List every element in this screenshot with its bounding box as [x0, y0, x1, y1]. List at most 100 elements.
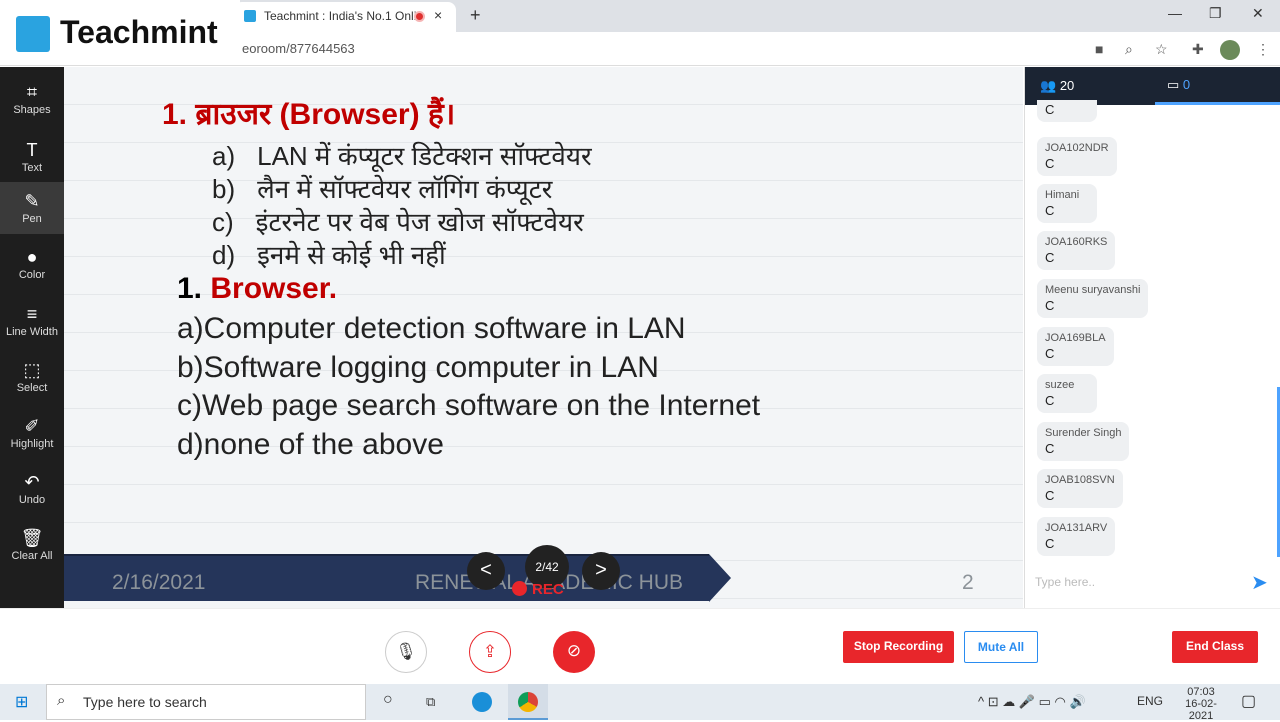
clock[interactable]: 07:03 16-02-2021: [1175, 686, 1227, 722]
chat-message: JOA160RKS C: [1037, 231, 1116, 270]
tool-clear-all[interactable]: 🗑 Clear All: [0, 519, 64, 571]
star-icon[interactable]: ☆: [1155, 41, 1168, 58]
english-option: c)Web page search software on the Intern…: [177, 389, 761, 422]
messages-count: 0: [1182, 77, 1191, 92]
restore-icon[interactable]: ❐: [1209, 5, 1222, 22]
browser-tab[interactable]: Teachmint : India's No.1 Onli ×: [234, 2, 456, 32]
microphone-button[interactable]: 🎙: [385, 631, 427, 673]
close-window-icon[interactable]: ✕: [1252, 5, 1264, 22]
sender-name: JOAB108SVN: [1045, 474, 1115, 486]
search-placeholder: Type here to search: [83, 694, 207, 710]
hindi-option: d) इनमे से कोई भी नहीं: [212, 236, 446, 272]
new-tab-button[interactable]: +: [470, 5, 481, 26]
windows-taskbar: ⊞ ⌕ Type here to search ○ ⧉ ^ ⊡ ☁ 🎤 ▭ ◠ 🔊…: [0, 684, 1280, 722]
screen-share-icon: ⇪: [482, 642, 498, 661]
question-number: 1.: [177, 272, 211, 305]
sender-name: suzee: [1045, 379, 1075, 391]
chat-panel: 👥 20 ▭ 0 C JOA102NDR C Himani C JOA160RKS C Mee…: [1024, 67, 1280, 608]
tool-select[interactable]: ⬚ Select: [0, 351, 64, 403]
end-class-button[interactable]: End Class: [1172, 631, 1258, 663]
whiteboard-toolbar: ⌗ Shapes T Text ✎ Pen ● Color ≡ Line Width ⬚ Select…: [0, 67, 64, 608]
camera-off-button[interactable]: ⊘: [553, 631, 595, 673]
chat-message: JOA169BLA C: [1037, 327, 1114, 366]
line-width-icon: ≡: [26, 304, 38, 324]
chat-input[interactable]: Type here..: [1035, 575, 1095, 589]
extensions-icon[interactable]: ✚: [1192, 41, 1204, 58]
tray-icons[interactable]: ^ ⊡ ☁ 🎤 ▭ ◠ 🔊: [978, 694, 1086, 710]
hindi-option: b) लैन में सॉफ्टवेयर लॉगिंग कंप्यूटर: [212, 170, 552, 206]
tool-text[interactable]: T Text: [0, 131, 64, 183]
chrome-icon: [518, 692, 538, 712]
clear-all-icon: 🗑: [20, 528, 44, 548]
text-icon: T: [26, 140, 38, 160]
tool-pen[interactable]: ✎ Pen: [0, 182, 64, 234]
close-tab-button[interactable]: ×: [434, 7, 442, 23]
message-text: C: [1045, 156, 1055, 171]
profile-avatar[interactable]: [1220, 40, 1240, 60]
microphone-icon: 🎙: [395, 642, 417, 661]
option-letter: a): [212, 141, 236, 171]
mute-all-button[interactable]: Mute All: [964, 631, 1038, 663]
select-icon: ⬚: [23, 360, 41, 380]
edge-icon[interactable]: [472, 692, 492, 712]
tool-shapes[interactable]: ⌗ Shapes: [0, 73, 64, 125]
search-icon: ⌕: [57, 692, 66, 709]
sender-name: JOA169BLA: [1045, 332, 1106, 344]
send-icon[interactable]: ➤: [1251, 570, 1268, 595]
cortana-icon[interactable]: ○: [383, 691, 393, 709]
tool-color[interactable]: ● Color: [0, 238, 64, 290]
rec-label: REC: [532, 581, 564, 598]
undo-icon: ↶: [24, 472, 40, 492]
english-option: d)none of the above: [177, 427, 444, 461]
taskbar-search[interactable]: ⌕ Type here to search: [46, 684, 366, 720]
tool-label: Shapes: [13, 104, 51, 116]
message-text: C: [1045, 298, 1055, 313]
option-text: इंटरनेट पर वेब पेज खोज सॉफ्टवेयर: [255, 207, 584, 237]
chat-message: JOAB108SVN C: [1037, 469, 1123, 508]
language-indicator[interactable]: ENG: [1137, 694, 1163, 708]
date: 16-02-2021: [1185, 698, 1217, 722]
zoom-icon[interactable]: ⌕: [1125, 41, 1133, 58]
option-letter: b): [212, 174, 236, 204]
tool-label: Clear All: [11, 550, 53, 562]
logo-text: Teachmint: [60, 14, 218, 50]
color-icon: ●: [26, 247, 38, 267]
minimize-icon[interactable]: —: [1168, 5, 1182, 21]
message-text: C: [1045, 393, 1055, 408]
participants-tab[interactable]: 👥 20: [1040, 78, 1074, 94]
chat-message: C: [1037, 100, 1097, 122]
message-text: C: [1045, 488, 1055, 503]
sender-name: Himani: [1045, 189, 1080, 201]
active-tab-indicator: [1155, 102, 1280, 105]
hindi-option: a) LAN में कंप्यूटर डिटेक्शन सॉफ्टवेयर: [212, 137, 592, 173]
option-letter: d): [212, 240, 236, 270]
screen-share-button[interactable]: ⇪: [469, 631, 511, 673]
menu-icon[interactable]: ⋮: [1256, 41, 1270, 58]
tool-undo[interactable]: ↶ Undo: [0, 463, 64, 515]
task-view-icon[interactable]: ⧉: [426, 694, 435, 710]
sender-name: Meenu suryavanshi: [1045, 284, 1141, 296]
prev-slide-button[interactable]: <: [467, 552, 505, 590]
stop-recording-button[interactable]: Stop Recording: [843, 631, 954, 663]
camera-icon[interactable]: ■: [1095, 41, 1103, 57]
footer-date: 2/16/2021: [112, 571, 206, 594]
chat-message: Surender Singh C: [1037, 422, 1130, 461]
tool-label: Undo: [18, 494, 46, 506]
messages-tab[interactable]: ▭ 0: [1167, 77, 1190, 93]
message-text: C: [1045, 250, 1055, 265]
tool-highlight[interactable]: ✐ Highlight: [0, 407, 64, 459]
rec-dot-icon: [512, 581, 527, 596]
message-text: C: [1045, 536, 1055, 551]
question-text: Browser.: [210, 272, 338, 305]
option-text: लैन में सॉफ्टवेयर लॉगिंग कंप्यूटर: [257, 174, 553, 204]
windows-start-icon[interactable]: ⊞: [15, 692, 28, 712]
chrome-taskbar-button[interactable]: [508, 684, 548, 720]
participants-count: 20: [1059, 78, 1075, 93]
tool-line-width[interactable]: ≡ Line Width: [0, 295, 64, 347]
next-slide-button[interactable]: >: [582, 552, 620, 590]
url-text[interactable]: eoroom/877644563: [242, 41, 355, 56]
english-option: b)Software logging computer in LAN: [177, 350, 659, 384]
banner-arrow: [709, 554, 731, 602]
message-text: C: [1045, 102, 1055, 117]
notifications-icon[interactable]: ▢: [1241, 691, 1256, 711]
